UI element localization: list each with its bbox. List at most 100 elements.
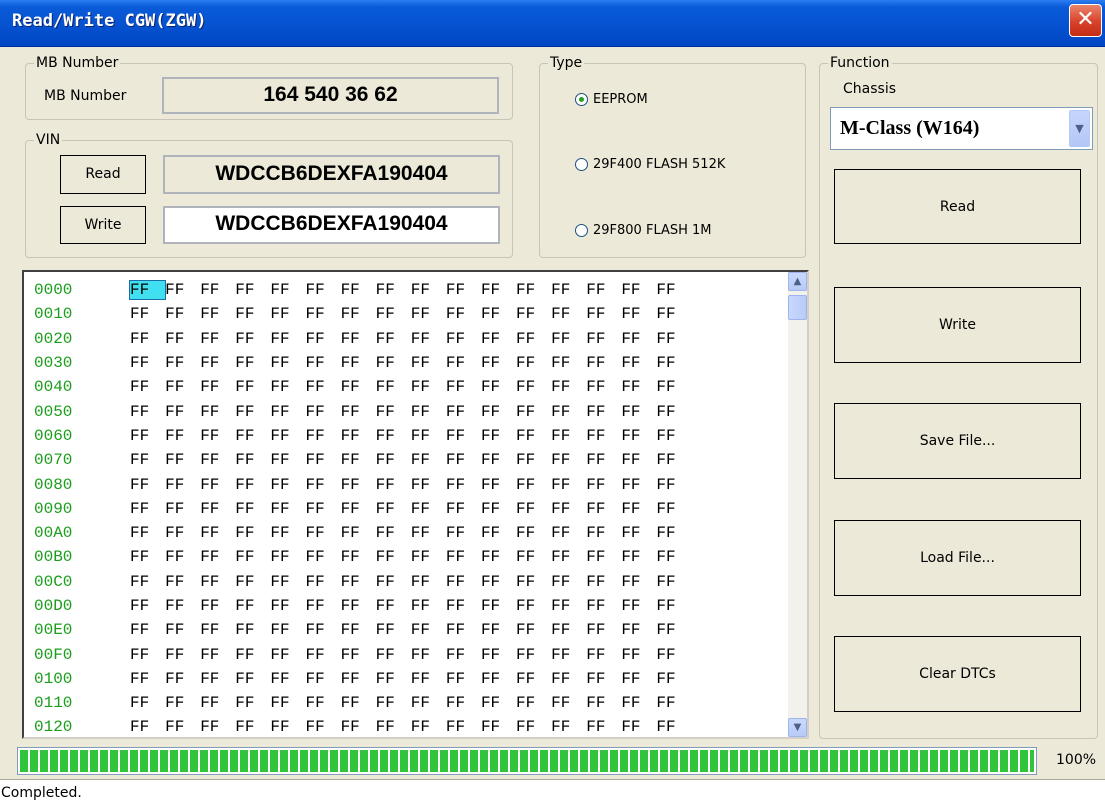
hex-byte[interactable]: FF — [341, 378, 376, 396]
vertical-scrollbar[interactable]: ▲ ▼ — [788, 272, 807, 737]
hex-byte[interactable]: FF — [376, 403, 411, 421]
hex-byte[interactable]: FF — [481, 597, 516, 615]
vin-write-button[interactable]: Write — [60, 206, 146, 244]
hex-byte[interactable]: FF — [305, 718, 340, 736]
hex-byte[interactable]: FF — [235, 378, 270, 396]
hex-byte[interactable]: FF — [270, 621, 305, 639]
hex-byte[interactable]: FF — [481, 500, 516, 518]
hex-byte[interactable]: FF — [551, 354, 586, 372]
hex-byte[interactable]: FF — [305, 305, 340, 323]
hex-byte[interactable]: FF — [305, 354, 340, 372]
hex-byte[interactable]: FF — [376, 718, 411, 736]
hex-byte[interactable]: FF — [270, 524, 305, 542]
hex-byte[interactable]: FF — [235, 670, 270, 688]
hex-byte[interactable]: FF — [305, 670, 340, 688]
hex-byte[interactable]: FF — [200, 281, 235, 299]
hex-byte[interactable]: FF — [586, 403, 621, 421]
scroll-up-icon[interactable]: ▲ — [788, 272, 807, 291]
hex-byte[interactable]: FF — [621, 305, 656, 323]
hex-byte[interactable]: FF — [165, 718, 200, 736]
hex-byte[interactable]: FF — [586, 597, 621, 615]
hex-byte[interactable]: FF — [516, 621, 551, 639]
hex-byte[interactable]: FF — [446, 281, 481, 299]
hex-byte[interactable]: FF — [235, 451, 270, 469]
hex-byte[interactable]: FF — [130, 378, 165, 396]
hex-byte[interactable]: FF — [621, 524, 656, 542]
hex-byte[interactable]: FF — [235, 718, 270, 736]
hex-byte[interactable]: FF — [130, 524, 165, 542]
hex-byte[interactable]: FF — [305, 548, 340, 566]
hex-byte[interactable]: FF — [481, 718, 516, 736]
hex-byte[interactable]: FF — [165, 476, 200, 494]
hex-byte[interactable]: FF — [551, 281, 586, 299]
hex-byte[interactable]: FF — [130, 621, 165, 639]
hex-byte[interactable]: FF — [165, 330, 200, 348]
hex-byte[interactable]: FF — [305, 281, 340, 299]
hex-byte[interactable]: FF — [341, 548, 376, 566]
hex-byte[interactable]: FF — [656, 694, 691, 712]
hex-byte[interactable]: FF — [446, 427, 481, 445]
hex-byte[interactable]: FF — [586, 451, 621, 469]
hex-byte[interactable]: FF — [446, 378, 481, 396]
hex-view[interactable]: 0000 FF FF FF FF FF FF FF FF FF FF FF FF FF FF FF FF 0010… — [22, 270, 809, 739]
hex-byte[interactable]: FF — [446, 646, 481, 664]
hex-byte[interactable]: FF — [586, 573, 621, 591]
hex-byte[interactable]: FF — [235, 476, 270, 494]
hex-byte[interactable]: FF — [656, 548, 691, 566]
hex-byte[interactable]: FF — [411, 378, 446, 396]
hex-byte[interactable]: FF — [551, 330, 586, 348]
hex-byte[interactable]: FF — [130, 330, 165, 348]
hex-byte[interactable]: FF — [621, 694, 656, 712]
hex-byte[interactable]: FF — [376, 597, 411, 615]
hex-byte[interactable]: FF — [551, 573, 586, 591]
hex-byte[interactable]: FF — [165, 500, 200, 518]
hex-byte[interactable]: FF — [411, 451, 446, 469]
hex-byte[interactable]: FF — [446, 451, 481, 469]
hex-byte[interactable]: FF — [270, 718, 305, 736]
hex-byte[interactable]: FF — [376, 500, 411, 518]
hex-byte[interactable]: FF — [130, 476, 165, 494]
hex-byte[interactable]: FF — [376, 524, 411, 542]
hex-byte[interactable]: FF — [656, 354, 691, 372]
hex-byte[interactable]: FF — [516, 548, 551, 566]
hex-byte[interactable]: FF — [446, 694, 481, 712]
hex-byte[interactable]: FF — [551, 305, 586, 323]
hex-byte[interactable]: FF — [656, 524, 691, 542]
hex-byte[interactable]: FF — [656, 476, 691, 494]
chassis-select[interactable]: M-Class (W164) ▼ — [830, 107, 1093, 150]
hex-byte[interactable]: FF — [270, 694, 305, 712]
hex-byte[interactable]: FF — [235, 621, 270, 639]
hex-byte[interactable]: FF — [586, 621, 621, 639]
close-button[interactable]: ✕ — [1069, 4, 1102, 37]
hex-byte[interactable]: FF — [235, 281, 270, 299]
hex-byte[interactable]: FF — [270, 281, 305, 299]
hex-byte[interactable]: FF — [165, 451, 200, 469]
hex-byte[interactable]: FF — [411, 354, 446, 372]
write-button[interactable]: Write — [834, 287, 1081, 363]
hex-byte[interactable]: FF — [165, 621, 200, 639]
vin-write-input[interactable]: WDCCB6DEXFA190404 — [163, 206, 500, 244]
hex-byte[interactable]: FF — [200, 427, 235, 445]
hex-byte[interactable]: FF — [446, 524, 481, 542]
hex-byte[interactable]: FF — [235, 330, 270, 348]
hex-byte[interactable]: FF — [656, 378, 691, 396]
hex-byte[interactable]: FF — [305, 378, 340, 396]
hex-byte[interactable]: FF — [165, 694, 200, 712]
hex-byte[interactable]: FF — [270, 500, 305, 518]
hex-byte[interactable]: FF — [411, 403, 446, 421]
hex-byte[interactable]: FF — [656, 500, 691, 518]
hex-byte[interactable]: FF — [341, 670, 376, 688]
hex-byte[interactable]: FF — [621, 548, 656, 566]
hex-byte[interactable]: FF — [235, 573, 270, 591]
hex-byte[interactable]: FF — [200, 573, 235, 591]
hex-byte[interactable]: FF — [130, 305, 165, 323]
hex-byte[interactable]: FF — [621, 330, 656, 348]
hex-byte[interactable]: FF — [130, 573, 165, 591]
hex-byte[interactable]: FF — [481, 670, 516, 688]
hex-byte[interactable]: FF — [481, 378, 516, 396]
hex-byte[interactable]: FF — [235, 646, 270, 664]
hex-byte[interactable]: FF — [165, 427, 200, 445]
hex-byte[interactable]: FF — [516, 718, 551, 736]
hex-byte[interactable]: FF — [621, 281, 656, 299]
hex-byte[interactable]: FF — [446, 476, 481, 494]
